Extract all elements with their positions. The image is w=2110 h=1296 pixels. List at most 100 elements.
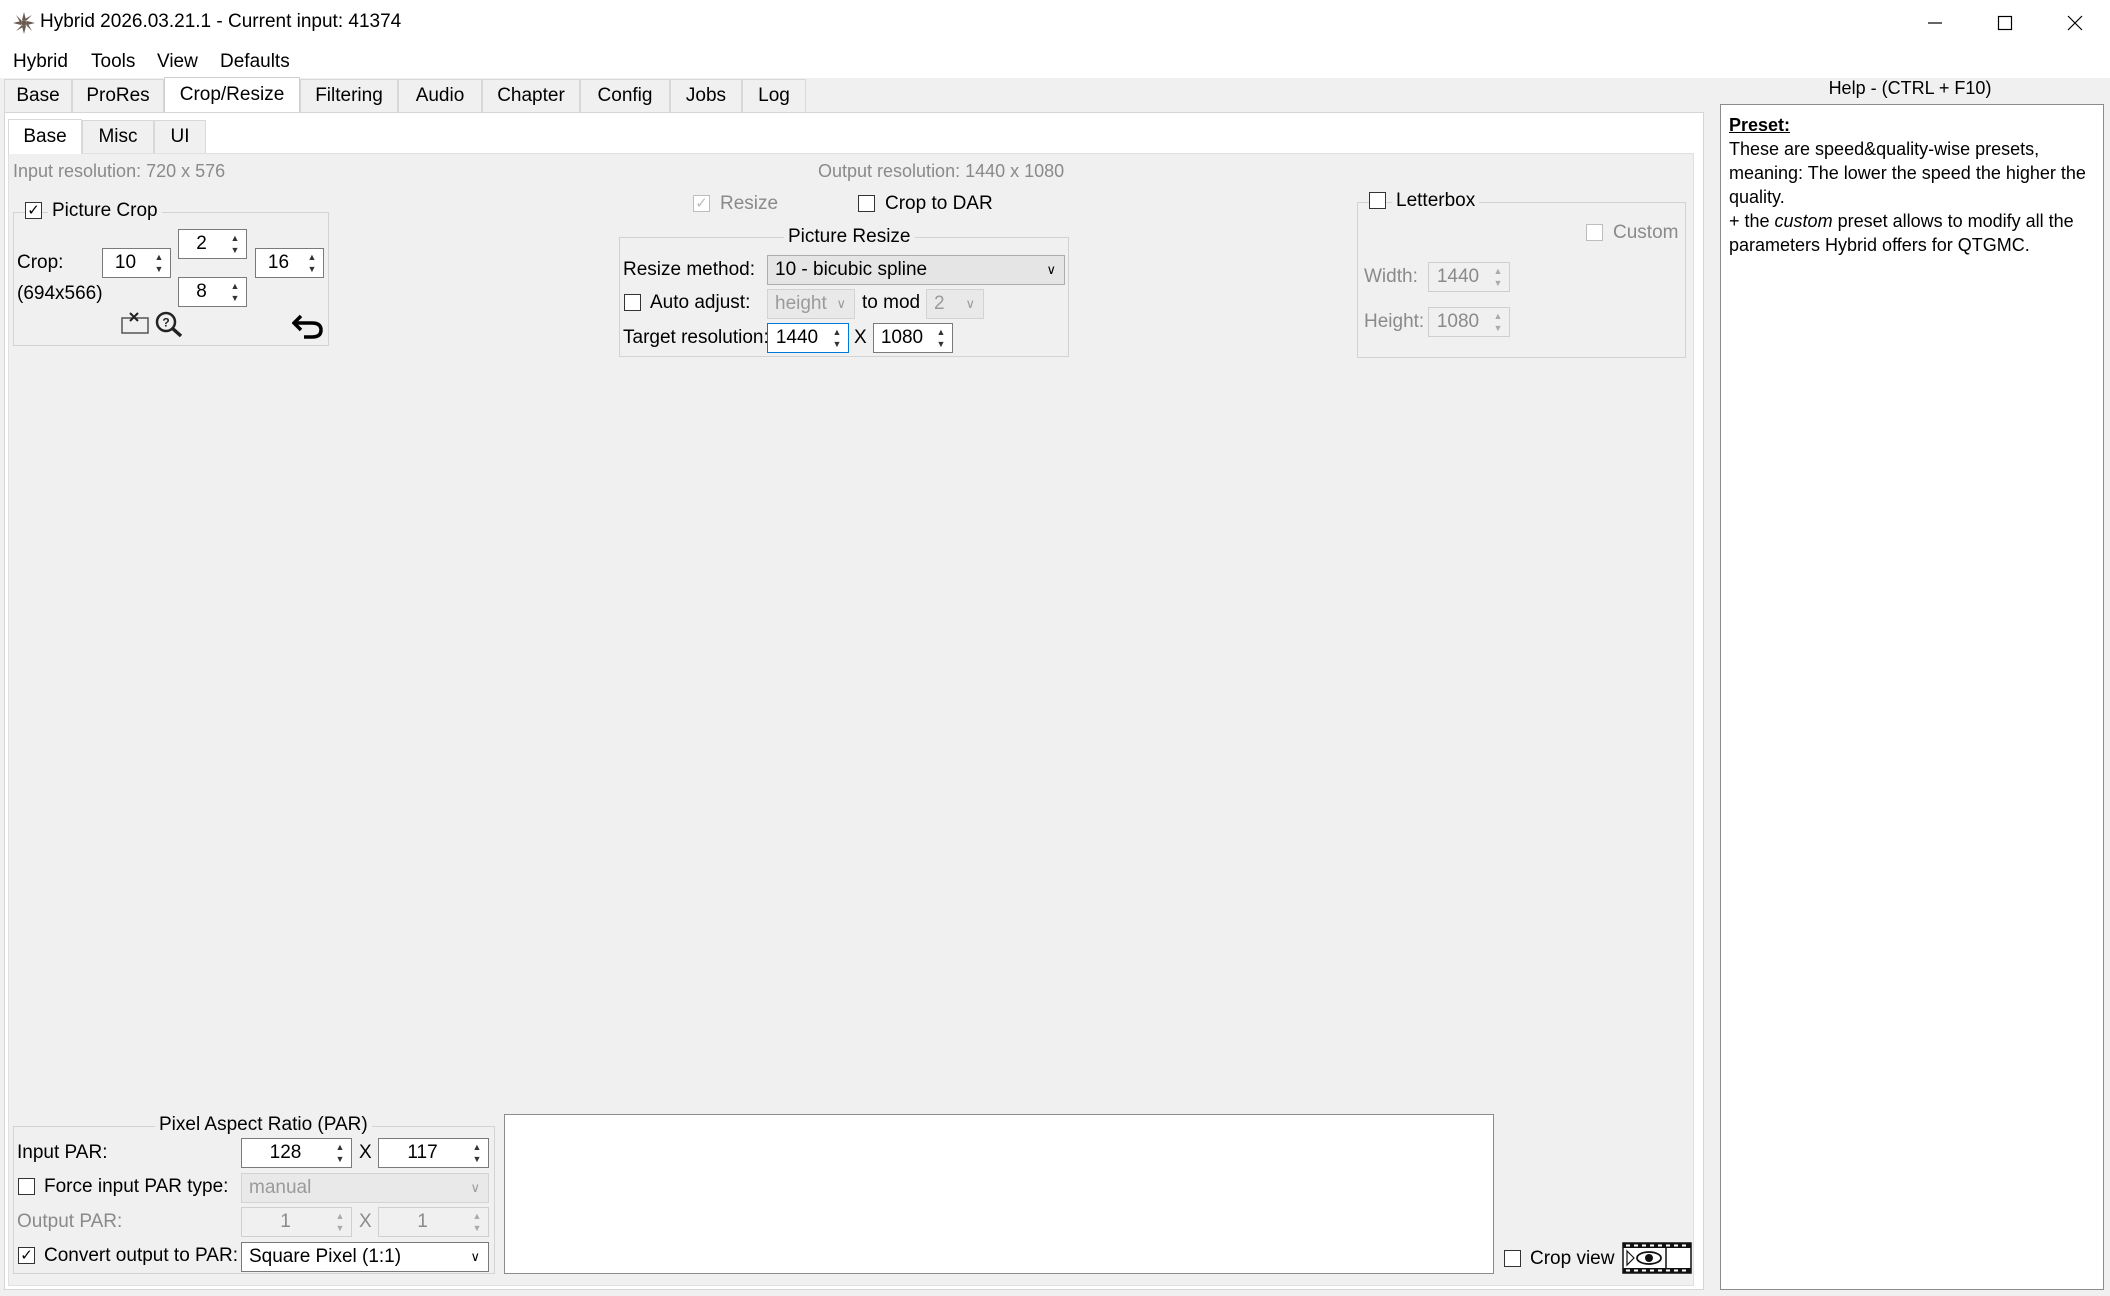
crop-bottom-value: 8 (196, 281, 207, 302)
picture-resize-title: Picture Resize (784, 226, 915, 248)
crop-top-spinbox[interactable]: 2 ▲ ▼ (178, 229, 247, 259)
checkmark-icon: ✓ (20, 1247, 33, 1264)
tab-chapter[interactable]: Chapter (482, 79, 580, 112)
spin-down-icon[interactable]: ▼ (226, 292, 244, 304)
help-panel: Preset: These are speed&quality-wise pre… (1720, 104, 2104, 1290)
target-width-spinbox[interactable]: 1440 ▲ ▼ (767, 323, 849, 353)
convert-par-value: Square Pixel (1:1) (249, 1246, 402, 1267)
crop-top-value: 2 (196, 233, 207, 254)
spin-down-icon[interactable]: ▼ (828, 338, 846, 350)
target-height-value: 1080 (880, 327, 924, 348)
spin-down-icon[interactable]: ▼ (468, 1222, 486, 1234)
svg-text:?: ? (162, 316, 169, 330)
crop-preview-area (504, 1114, 1494, 1274)
auto-adjust-label: Auto adjust: (650, 292, 751, 313)
menu-view[interactable]: View (157, 51, 198, 73)
spin-up-icon[interactable]: ▲ (932, 326, 950, 338)
convert-par-checkbox[interactable]: ✓ (18, 1247, 35, 1264)
output-par-x-label: X (359, 1211, 372, 1232)
tab-audio[interactable]: Audio (398, 79, 482, 112)
input-par-num-spinbox[interactable]: 128 ▲ ▼ (241, 1138, 352, 1168)
auto-adjust-checkbox[interactable] (624, 294, 641, 311)
force-par-select[interactable]: manual ∨ (241, 1173, 489, 1203)
output-par-num-spinbox[interactable]: 1 ▲ ▼ (241, 1207, 352, 1237)
resize-method-select[interactable]: 10 - bicubic spline ∨ (767, 255, 1065, 285)
spin-down-icon[interactable]: ▼ (331, 1153, 349, 1165)
subtab-ui[interactable]: UI (154, 120, 206, 153)
tab-filtering[interactable]: Filtering (300, 79, 398, 112)
menu-tools[interactable]: Tools (91, 51, 135, 73)
letterbox-height-label: Height: (1364, 311, 1425, 332)
picture-crop-checkbox[interactable]: ✓ (25, 202, 42, 219)
spin-up-icon[interactable]: ▲ (226, 280, 244, 292)
tab-prores[interactable]: ProRes (72, 79, 164, 112)
mod-select[interactable]: 2 ∨ (926, 289, 984, 319)
spin-down-icon[interactable]: ▼ (1489, 277, 1507, 289)
spin-up-icon[interactable]: ▲ (331, 1141, 349, 1153)
letterbox-width-spinbox[interactable]: 1440 ▲ ▼ (1428, 262, 1510, 292)
spin-down-icon[interactable]: ▼ (932, 338, 950, 350)
auto-crop-icon[interactable] (120, 311, 152, 335)
spin-up-icon[interactable]: ▲ (468, 1210, 486, 1222)
spin-up-icon[interactable]: ▲ (331, 1210, 349, 1222)
tab-config[interactable]: Config (580, 79, 670, 112)
crop-to-dar-checkbox[interactable] (858, 195, 875, 212)
crop-preview-zoom-icon[interactable]: ? (154, 310, 184, 338)
crop-bottom-spinbox[interactable]: 8 ▲ ▼ (178, 277, 247, 307)
spin-down-icon[interactable]: ▼ (226, 244, 244, 256)
spin-up-icon[interactable]: ▲ (1489, 310, 1507, 322)
minimize-button[interactable] (1900, 0, 1970, 46)
spin-up-icon[interactable]: ▲ (468, 1141, 486, 1153)
letterbox-checkbox[interactable] (1369, 192, 1386, 209)
subtab-misc[interactable]: Misc (82, 120, 154, 153)
spin-down-icon[interactable]: ▼ (303, 263, 321, 275)
letterbox-custom-checkbox[interactable] (1586, 224, 1603, 241)
input-resolution-label: Input resolution: 720 x 576 (13, 161, 226, 181)
close-icon (2067, 15, 2083, 31)
crop-left-spinbox[interactable]: 10 ▲ ▼ (102, 248, 171, 278)
output-par-label: Output PAR: (17, 1211, 123, 1232)
reset-crop-icon[interactable] (292, 312, 324, 340)
tab-jobs[interactable]: Jobs (670, 79, 742, 112)
tab-base[interactable]: Base (4, 79, 72, 112)
crop-right-value: 16 (267, 252, 290, 273)
convert-par-select[interactable]: Square Pixel (1:1) ∨ (241, 1242, 489, 1272)
spin-up-icon[interactable]: ▲ (303, 251, 321, 263)
output-par-den-value: 1 (417, 1211, 428, 1232)
spin-down-icon[interactable]: ▼ (150, 263, 168, 275)
menu-defaults[interactable]: Defaults (220, 51, 290, 73)
letterbox-height-value: 1080 (1436, 311, 1480, 332)
spin-up-icon[interactable]: ▲ (1489, 265, 1507, 277)
crop-label: Crop: (17, 252, 64, 273)
force-par-label: Force input PAR type: (44, 1176, 229, 1197)
letterbox-height-spinbox[interactable]: 1080 ▲ ▼ (1428, 307, 1510, 337)
spin-down-icon[interactable]: ▼ (1489, 322, 1507, 334)
input-par-den-spinbox[interactable]: 117 ▲ ▼ (378, 1138, 489, 1168)
window-title: Hybrid 2026.03.21.1 - Current input: 413… (40, 11, 402, 32)
resize-checkbox[interactable]: ✓ (693, 195, 710, 212)
crop-view-checkbox[interactable] (1504, 1250, 1521, 1267)
target-width-value: 1440 (775, 327, 819, 348)
maximize-button[interactable] (1970, 0, 2040, 46)
chevron-down-icon: ∨ (470, 1249, 480, 1264)
crop-right-spinbox[interactable]: 16 ▲ ▼ (255, 248, 324, 278)
spin-down-icon[interactable]: ▼ (468, 1153, 486, 1165)
preview-eye-icon[interactable] (1622, 1241, 1692, 1275)
crop-view-label: Crop view (1530, 1248, 1615, 1269)
resize-label: Resize (720, 193, 779, 214)
tab-crop-resize[interactable]: Crop/Resize (164, 77, 300, 112)
spin-up-icon[interactable]: ▲ (226, 232, 244, 244)
help-title: Help - (CTRL + F10) (1828, 78, 1992, 98)
subtab-base[interactable]: Base (8, 119, 82, 154)
mod-value: 2 (934, 293, 945, 314)
output-par-den-spinbox[interactable]: 1 ▲ ▼ (378, 1207, 489, 1237)
menu-hybrid[interactable]: Hybrid (13, 51, 68, 73)
tab-log[interactable]: Log (742, 79, 806, 112)
target-height-spinbox[interactable]: 1080 ▲ ▼ (873, 323, 953, 353)
spin-up-icon[interactable]: ▲ (150, 251, 168, 263)
spin-down-icon[interactable]: ▼ (331, 1222, 349, 1234)
close-button[interactable] (2040, 0, 2110, 46)
auto-adjust-select[interactable]: height ∨ (767, 289, 855, 319)
force-par-checkbox[interactable] (18, 1178, 35, 1195)
spin-up-icon[interactable]: ▲ (828, 326, 846, 338)
